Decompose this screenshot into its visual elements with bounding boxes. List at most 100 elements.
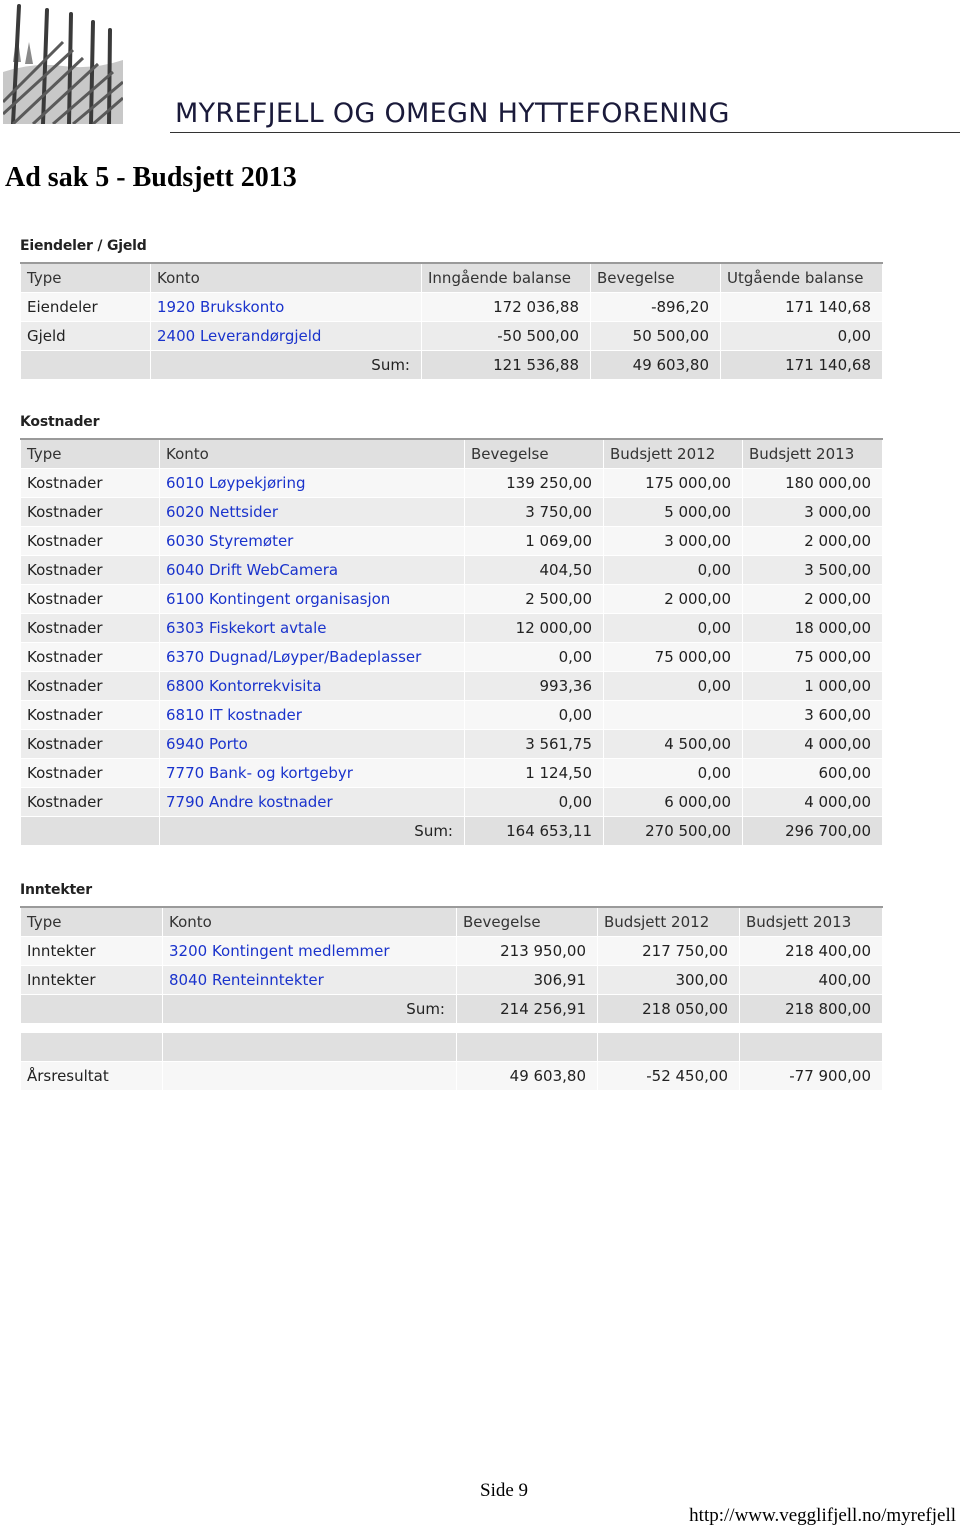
movement-cell: 139 250,00 xyxy=(464,468,604,498)
account-link[interactable]: 1920 Brukskonto xyxy=(150,292,422,322)
budget-2012-cell: 0,00 xyxy=(603,613,743,643)
fence-logo-image xyxy=(1,2,124,126)
closing-balance-cell: 171 140,68 xyxy=(720,292,883,322)
account-link[interactable]: 6030 Styremøter xyxy=(159,526,465,556)
account-link[interactable]: 2400 Leverandørgjeld xyxy=(150,321,422,351)
table-row: Kostnader 6800 Kontorrekvisita 993,36 0,… xyxy=(20,671,883,701)
costs-section-heading: Kostnader xyxy=(20,414,100,430)
budget-2013-cell: 2 000,00 xyxy=(742,526,883,556)
table-row: Kostnader 6040 Drift WebCamera 404,50 0,… xyxy=(20,555,883,585)
sum-row: Sum: 121 536,88 49 603,80 171 140,68 xyxy=(20,350,883,380)
closing-balance-cell: 0,00 xyxy=(720,321,883,351)
budget-2012-cell: 0,00 xyxy=(603,555,743,585)
result-budget-2013: -77 900,00 xyxy=(739,1061,883,1091)
sum-label: Sum: xyxy=(162,994,457,1024)
column-header: Inngående balanse xyxy=(421,262,591,293)
assets-table: Type Konto Inngående balanse Bevegelse U… xyxy=(20,262,883,380)
sum-closing-balance: 171 140,68 xyxy=(720,350,883,380)
table-row: Inntekter 8040 Renteinntekter 306,91 300… xyxy=(20,965,883,995)
movement-cell: 0,00 xyxy=(464,700,604,730)
movement-cell: 993,36 xyxy=(464,671,604,701)
sum-label: Sum: xyxy=(150,350,422,380)
blank-row xyxy=(20,1032,883,1062)
sum-budget-2012: 218 050,00 xyxy=(597,994,740,1024)
result-row: Årsresultat 49 603,80 -52 450,00 -77 900… xyxy=(20,1061,883,1091)
table-header-row: Type Konto Inngående balanse Bevegelse U… xyxy=(20,262,883,293)
account-link[interactable]: 6940 Porto xyxy=(159,729,465,759)
movement-cell: 306,91 xyxy=(456,965,598,995)
account-link[interactable]: 3200 Kontingent medlemmer xyxy=(162,936,457,966)
costs-table: Type Konto Bevegelse Budsjett 2012 Budsj… xyxy=(20,438,883,846)
table-row: Kostnader 6940 Porto 3 561,75 4 500,00 4… xyxy=(20,729,883,759)
budget-2012-cell: 0,00 xyxy=(603,671,743,701)
account-link[interactable]: 6040 Drift WebCamera xyxy=(159,555,465,585)
column-header: Bevegelse xyxy=(464,438,604,469)
movement-cell: 213 950,00 xyxy=(456,936,598,966)
result-label: Årsresultat xyxy=(20,1061,163,1091)
page-number: Side 9 xyxy=(480,1480,529,1501)
opening-balance-cell: -50 500,00 xyxy=(421,321,591,351)
account-link[interactable]: 8040 Renteinntekter xyxy=(162,965,457,995)
page-title: Ad sak 5 - Budsjett 2013 xyxy=(5,162,297,193)
sum-budget-2012: 270 500,00 xyxy=(603,816,743,846)
table-row: Inntekter 3200 Kontingent medlemmer 213 … xyxy=(20,936,883,966)
movement-cell: 404,50 xyxy=(464,555,604,585)
account-link[interactable]: 6303 Fiskekort avtale xyxy=(159,613,465,643)
organization-name: MYREFJELL OG OMEGN HYTTEFORENING xyxy=(175,98,730,129)
sum-movement: 164 653,11 xyxy=(464,816,604,846)
account-link[interactable]: 7770 Bank- og kortgebyr xyxy=(159,758,465,788)
table-header-row: Type Konto Bevegelse Budsjett 2012 Budsj… xyxy=(20,438,883,469)
budget-2013-cell: 3 500,00 xyxy=(742,555,883,585)
sum-opening-balance: 121 536,88 xyxy=(421,350,591,380)
table-row: Kostnader 6810 IT kostnader 0,00 3 600,0… xyxy=(20,700,883,730)
budget-2012-cell: 75 000,00 xyxy=(603,642,743,672)
budget-2012-cell: 175 000,00 xyxy=(603,468,743,498)
sum-row: Sum: 214 256,91 218 050,00 218 800,00 xyxy=(20,994,883,1024)
budget-2013-cell: 2 000,00 xyxy=(742,584,883,614)
account-link[interactable]: 6020 Nettsider xyxy=(159,497,465,527)
budget-2013-cell: 18 000,00 xyxy=(742,613,883,643)
table-row: Kostnader 6010 Løypekjøring 139 250,00 1… xyxy=(20,468,883,498)
type-cell: Eiendeler xyxy=(20,292,151,322)
income-table: Type Konto Bevegelse Budsjett 2012 Budsj… xyxy=(20,906,883,1091)
movement-cell: 3 750,00 xyxy=(464,497,604,527)
income-section-heading: Inntekter xyxy=(20,882,92,898)
header-divider xyxy=(170,132,960,133)
table-row: Kostnader 6303 Fiskekort avtale 12 000,0… xyxy=(20,613,883,643)
result-budget-2012: -52 450,00 xyxy=(597,1061,740,1091)
result-movement: 49 603,80 xyxy=(456,1061,598,1091)
account-link[interactable]: 6810 IT kostnader xyxy=(159,700,465,730)
type-cell: Kostnader xyxy=(20,613,160,643)
column-header: Konto xyxy=(159,438,465,469)
budget-2012-cell: 6 000,00 xyxy=(603,787,743,817)
movement-cell: -896,20 xyxy=(590,292,721,322)
table-row: Kostnader 6020 Nettsider 3 750,00 5 000,… xyxy=(20,497,883,527)
table-row: Eiendeler 1920 Brukskonto 172 036,88 -89… xyxy=(20,292,883,322)
budget-2013-cell: 3 000,00 xyxy=(742,497,883,527)
sum-row: Sum: 164 653,11 270 500,00 296 700,00 xyxy=(20,816,883,846)
account-link[interactable]: 6100 Kontingent organisasjon xyxy=(159,584,465,614)
budget-2013-cell: 180 000,00 xyxy=(742,468,883,498)
movement-cell: 1 124,50 xyxy=(464,758,604,788)
account-link[interactable]: 7790 Andre kostnader xyxy=(159,787,465,817)
column-header: Bevegelse xyxy=(590,262,721,293)
budget-2013-cell: 1 000,00 xyxy=(742,671,883,701)
table-header-row: Type Konto Bevegelse Budsjett 2012 Budsj… xyxy=(20,906,883,937)
type-cell: Kostnader xyxy=(20,468,160,498)
column-header: Konto xyxy=(162,906,457,937)
column-header: Budsjett 2012 xyxy=(597,906,740,937)
account-link[interactable]: 6370 Dugnad/Løyper/Badeplasser xyxy=(159,642,465,672)
budget-2012-cell: 2 000,00 xyxy=(603,584,743,614)
sum-movement: 49 603,80 xyxy=(590,350,721,380)
movement-cell: 12 000,00 xyxy=(464,613,604,643)
sum-label: Sum: xyxy=(159,816,465,846)
table-row: Kostnader 6100 Kontingent organisasjon 2… xyxy=(20,584,883,614)
account-link[interactable]: 6010 Løypekjøring xyxy=(159,468,465,498)
sum-budget-2013: 296 700,00 xyxy=(742,816,883,846)
account-link[interactable]: 6800 Kontorrekvisita xyxy=(159,671,465,701)
budget-2012-cell: 4 500,00 xyxy=(603,729,743,759)
budget-2012-cell: 5 000,00 xyxy=(603,497,743,527)
table-row: Kostnader 7790 Andre kostnader 0,00 6 00… xyxy=(20,787,883,817)
movement-cell: 0,00 xyxy=(464,787,604,817)
budget-2013-cell: 4 000,00 xyxy=(742,787,883,817)
